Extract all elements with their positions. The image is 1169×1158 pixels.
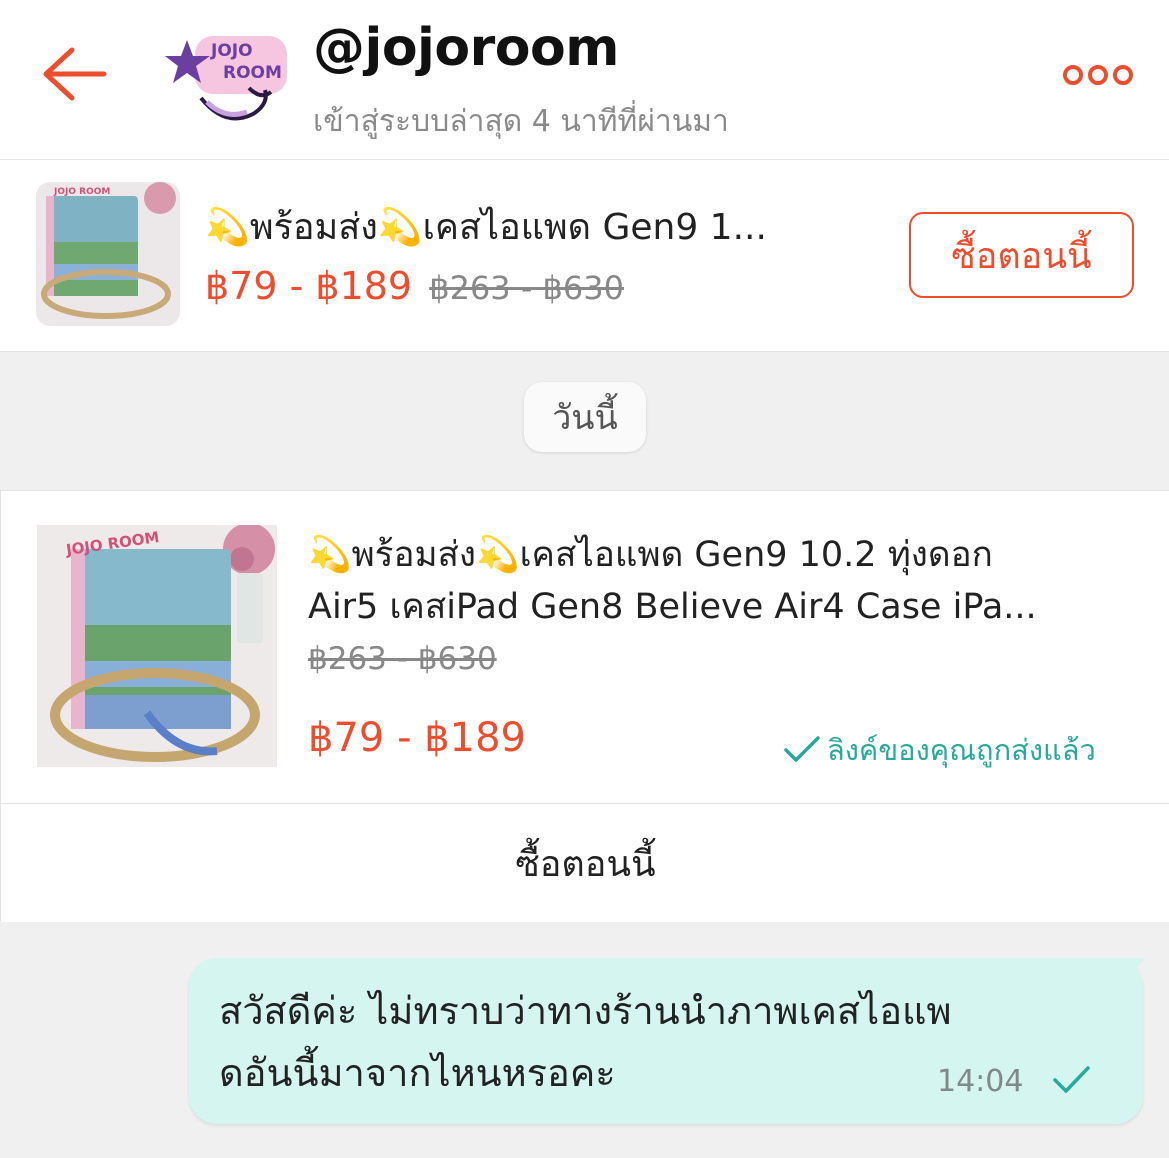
product-card-title-line1: 💫พร้อมส่ง💫เคสไอแพด Gen9 10.2 ทุ่งดอก <box>308 535 993 575</box>
message-line1: สวัสดีค่ะ ไม่ทราบว่าทางร้านนำภาพเคสไอแพ <box>219 989 952 1033</box>
checkmark-icon <box>784 736 820 762</box>
pinned-buy-now-button[interactable]: ซื้อตอนนี้ <box>909 212 1134 298</box>
product-card-message[interactable]: JOJO ROOM 💫พร้อมส่ง💫เคสไอแพด Gen9 10.2 ท… <box>0 490 1169 922</box>
more-dots-icon[interactable] <box>1062 62 1134 88</box>
svg-text:ROOM: ROOM <box>223 63 282 83</box>
pinned-product-title[interactable]: 💫พร้อมส่ง💫เคสไอแพด Gen9 1... <box>205 198 767 255</box>
back-arrow-icon[interactable] <box>38 44 108 104</box>
date-separator: วันนี้ <box>524 382 646 452</box>
pinned-price: ฿79 - ฿189 <box>205 264 413 308</box>
pinned-product-thumbnail[interactable]: JOJO ROOM <box>36 182 180 326</box>
product-card-thumbnail[interactable]: JOJO ROOM <box>37 525 277 767</box>
pinned-price-row: ฿79 - ฿189 ฿263 - ฿630 <box>205 264 624 308</box>
message-timestamp: 14:04 <box>937 1064 1024 1099</box>
outgoing-message-bubble[interactable]: สวัสดีค่ะ ไม่ทราบว่าทางร้านนำภาพเคสไอแพ … <box>189 958 1143 1124</box>
last-seen-status: เข้าสู่ระบบล่าสุด 4 นาทีที่ผ่านมา <box>313 104 729 139</box>
chat-header: JOJO ROOM @jojoroom เข้าสู่ระบบล่าสุด 4 … <box>0 0 1169 160</box>
card-buy-now-button[interactable]: ซื้อตอนนี้ <box>1 804 1169 922</box>
jojo-room-logo: JOJO ROOM <box>165 36 287 121</box>
product-card-original-price: ฿263 - ฿630 <box>308 641 497 677</box>
product-card-title-line2: Air5 เคสiPad Gen8 Believe Air4 Case iPa.… <box>308 587 1037 627</box>
pinned-original-price: ฿263 - ฿630 <box>429 269 624 307</box>
shop-name[interactable]: @jojoroom <box>313 18 619 78</box>
svg-text:JOJO ROOM: JOJO ROOM <box>53 187 110 197</box>
product-card-price: ฿79 - ฿189 <box>308 715 527 761</box>
link-sent-status: ลิงค์ของคุณถูกส่งแล้ว <box>783 727 1096 773</box>
pinned-product-bar[interactable]: JOJO ROOM 💫พร้อมส่ง💫เคสไอแพด Gen9 1... ฿… <box>0 160 1169 352</box>
link-sent-label: ลิงค์ของคุณถูกส่งแล้ว <box>827 733 1096 767</box>
svg-text:JOJO: JOJO <box>210 41 253 61</box>
shop-avatar[interactable]: JOJO ROOM <box>165 28 293 136</box>
product-card-title[interactable]: 💫พร้อมส่ง💫เคสไอแพด Gen9 10.2 ทุ่งดอก Air… <box>308 529 1138 633</box>
delivered-check-icon <box>1051 1062 1091 1098</box>
